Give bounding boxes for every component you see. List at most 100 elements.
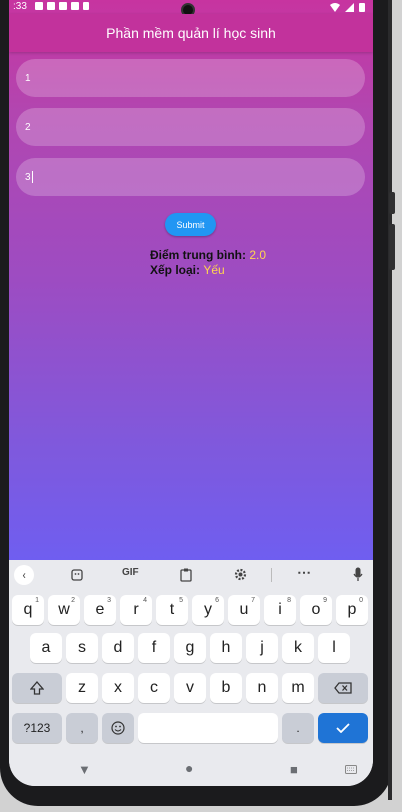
shift-key[interactable] bbox=[12, 673, 62, 703]
shift-icon bbox=[30, 681, 44, 695]
key-j[interactable]: j bbox=[246, 633, 278, 663]
key-label: q bbox=[23, 601, 33, 618]
key-label: y bbox=[204, 601, 212, 618]
battery-icon bbox=[359, 3, 365, 12]
toolbar-divider bbox=[271, 568, 272, 582]
key-label: t bbox=[169, 601, 175, 618]
key-hint: 9 bbox=[323, 597, 327, 604]
youtube-icon bbox=[47, 2, 55, 10]
home-nav-icon[interactable]: ● bbox=[185, 760, 193, 777]
recents-nav-icon[interactable]: ■ bbox=[290, 762, 298, 778]
back-nav-icon[interactable]: ▼ bbox=[78, 762, 91, 778]
key-p[interactable]: p0 bbox=[336, 595, 368, 625]
check-icon bbox=[336, 723, 350, 733]
youtube-icon bbox=[59, 2, 67, 10]
key-a[interactable]: a bbox=[30, 633, 62, 663]
text-cursor bbox=[31, 171, 33, 183]
key-label: i bbox=[278, 601, 282, 618]
key-label: o bbox=[311, 601, 321, 618]
system-nav-bar: ▼ ● ■ bbox=[9, 756, 373, 786]
keyboard-switch-icon[interactable] bbox=[345, 765, 357, 775]
key-hint: 6 bbox=[215, 597, 219, 604]
key-l[interactable]: l bbox=[318, 633, 350, 663]
rank-value: Yếu bbox=[203, 263, 225, 277]
signal-icon bbox=[345, 2, 354, 12]
key-k[interactable]: k bbox=[282, 633, 314, 663]
average-row: Điểm trung bình: 2.0 bbox=[150, 248, 266, 262]
key-hint: 5 bbox=[179, 597, 183, 604]
notification-icons bbox=[35, 2, 89, 10]
emoji-icon bbox=[111, 721, 125, 735]
key-hint: 4 bbox=[143, 597, 147, 604]
key-hint: 1 bbox=[35, 597, 39, 604]
key-q[interactable]: q1 bbox=[12, 595, 44, 625]
key-g[interactable]: g bbox=[174, 633, 206, 663]
key-x[interactable]: x bbox=[102, 673, 134, 703]
gear-icon[interactable] bbox=[234, 568, 247, 581]
enter-key[interactable] bbox=[318, 713, 368, 743]
key-d[interactable]: d bbox=[102, 633, 134, 663]
key-label: p bbox=[347, 601, 357, 618]
key-e[interactable]: e3 bbox=[84, 595, 116, 625]
average-value: 2.0 bbox=[249, 248, 267, 262]
backspace-icon bbox=[334, 682, 352, 694]
period-key[interactable]: . bbox=[282, 713, 314, 743]
key-hint: 8 bbox=[287, 597, 291, 604]
key-u[interactable]: u7 bbox=[228, 595, 260, 625]
status-bar: :33 bbox=[9, 0, 373, 17]
key-hint: 2 bbox=[71, 597, 75, 604]
sim-icon bbox=[83, 2, 89, 10]
key-f[interactable]: f bbox=[138, 633, 170, 663]
key-o[interactable]: o9 bbox=[300, 595, 332, 625]
chevron-left-icon[interactable]: ‹ bbox=[14, 565, 34, 585]
clipboard-icon[interactable] bbox=[180, 568, 192, 582]
phone-edge bbox=[388, 0, 392, 800]
key-c[interactable]: c bbox=[138, 673, 170, 703]
app-bar: Phần mềm quản lí học sinh bbox=[9, 14, 373, 52]
key-hint: 3 bbox=[107, 597, 111, 604]
backspace-key[interactable] bbox=[318, 673, 368, 703]
key-w[interactable]: w2 bbox=[48, 595, 80, 625]
emoji-key[interactable] bbox=[102, 713, 134, 743]
score-input-3[interactable]: 3 bbox=[16, 158, 365, 196]
status-time: :33 bbox=[13, 1, 27, 12]
score-input-value: 3 bbox=[25, 171, 31, 183]
phone-frame: :33 Phần mềm quản lí học sinh 1 2 3 Subm… bbox=[0, 0, 395, 806]
key-s[interactable]: s bbox=[66, 633, 98, 663]
gif-button[interactable]: GIF bbox=[122, 567, 139, 578]
app-title: Phần mềm quản lí học sinh bbox=[106, 25, 276, 41]
screen: :33 Phần mềm quản lí học sinh 1 2 3 Subm… bbox=[9, 0, 373, 786]
key-v[interactable]: v bbox=[174, 673, 206, 703]
score-input-value: 2 bbox=[25, 121, 31, 133]
key-label: w bbox=[58, 601, 70, 618]
comma-key[interactable]: , bbox=[66, 713, 98, 743]
sticker-icon[interactable] bbox=[71, 569, 83, 581]
key-n[interactable]: n bbox=[246, 673, 278, 703]
rank-label: Xếp loại: bbox=[150, 263, 201, 277]
score-input-2[interactable]: 2 bbox=[16, 108, 365, 146]
key-z[interactable]: z bbox=[66, 673, 98, 703]
key-t[interactable]: t5 bbox=[156, 595, 188, 625]
rank-row: Xếp loại: Yếu bbox=[150, 263, 225, 277]
status-right bbox=[330, 2, 365, 12]
key-hint: 0 bbox=[359, 597, 363, 604]
keyboard: ‹ GIF ⋯ q1 w2 e3 r4 t5 y6 u7 i8 o9 p0 a … bbox=[9, 560, 373, 786]
key-r[interactable]: r4 bbox=[120, 595, 152, 625]
volume-button bbox=[389, 192, 395, 214]
key-b[interactable]: b bbox=[210, 673, 242, 703]
key-h[interactable]: h bbox=[210, 633, 242, 663]
microphone-icon[interactable] bbox=[353, 567, 363, 582]
keyboard-toolbar: ‹ GIF ⋯ bbox=[9, 560, 373, 590]
more-icon[interactable]: ⋯ bbox=[297, 564, 311, 581]
youtube-icon bbox=[71, 2, 79, 10]
power-button bbox=[389, 224, 395, 270]
score-input-1[interactable]: 1 bbox=[16, 59, 365, 97]
wifi-icon bbox=[330, 2, 340, 12]
key-y[interactable]: y6 bbox=[192, 595, 224, 625]
submit-button[interactable]: Submit bbox=[165, 213, 216, 236]
key-m[interactable]: m bbox=[282, 673, 314, 703]
key-i[interactable]: i8 bbox=[264, 595, 296, 625]
symbols-key[interactable]: ?123 bbox=[12, 713, 62, 743]
space-key[interactable] bbox=[138, 713, 278, 743]
key-label: e bbox=[95, 601, 105, 618]
